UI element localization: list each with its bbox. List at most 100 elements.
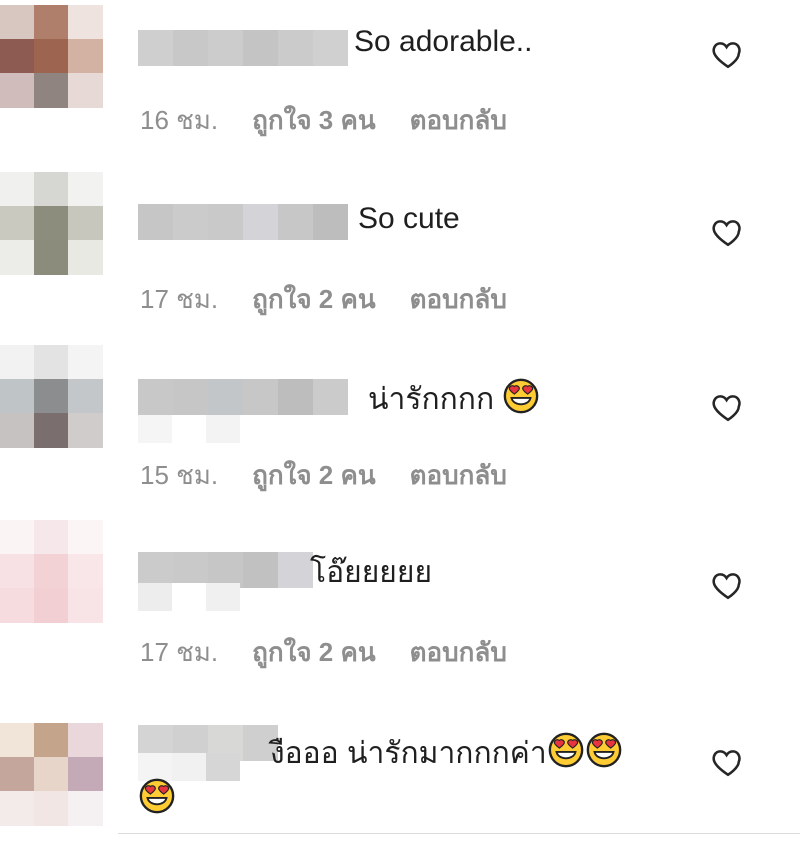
avatar[interactable] bbox=[0, 5, 104, 109]
avatar[interactable] bbox=[0, 723, 104, 827]
comment-text: น่ารักกกก bbox=[368, 377, 540, 418]
avatar-pixel bbox=[0, 554, 35, 589]
username-blur-block bbox=[208, 379, 243, 415]
avatar-pixel bbox=[68, 172, 103, 207]
avatar-pixel bbox=[0, 73, 35, 108]
comment-likes-link[interactable]: ถูกใจ 2 คน bbox=[252, 279, 376, 320]
comment-time: 17 ชม. bbox=[140, 284, 219, 314]
avatar-pixel bbox=[68, 345, 103, 380]
comment-likes-link[interactable]: ถูกใจ 3 คน bbox=[252, 100, 376, 141]
username-blur-block bbox=[173, 379, 208, 415]
username-blur-block bbox=[278, 30, 313, 66]
reply-button[interactable]: ตอบกลับ bbox=[410, 100, 507, 141]
avatar-pixel bbox=[34, 554, 69, 589]
avatar-pixel bbox=[0, 172, 35, 207]
comment-meta: 17 ชม. ถูกใจ 2 คน ตอบกลับ bbox=[140, 279, 507, 320]
avatar[interactable] bbox=[0, 172, 104, 276]
heart-icon[interactable] bbox=[710, 745, 746, 779]
avatar-pixel bbox=[34, 520, 69, 555]
comment-text: So cute bbox=[358, 202, 460, 235]
username-blur-block bbox=[208, 30, 243, 66]
avatar-pixel bbox=[34, 413, 69, 448]
comment-text-body: งือออ น่ารักมากกกค่า bbox=[270, 737, 547, 770]
comment-item: น่ารักกกก 15 ชม. ถูกใจ 2 คน ตอบกลับ bbox=[0, 345, 800, 520]
avatar-pixel bbox=[0, 588, 35, 623]
comment-time: 17 ชม. bbox=[140, 637, 219, 667]
comment-item: So cute 17 ชม. ถูกใจ 2 คน ตอบกลับ bbox=[0, 170, 800, 345]
avatar-pixel bbox=[68, 240, 103, 275]
avatar-pixel bbox=[68, 791, 103, 826]
comment-text: โอ๊ยยยยย bbox=[310, 556, 433, 589]
comment-meta: 15 ชม. ถูกใจ 2 คน ตอบกลับ bbox=[140, 455, 507, 496]
avatar[interactable] bbox=[0, 520, 104, 650]
username-blur-block bbox=[243, 30, 278, 66]
username-blur-block bbox=[278, 379, 313, 415]
avatar-pixel bbox=[0, 791, 35, 826]
heart-icon[interactable] bbox=[710, 568, 746, 602]
avatar-pixel bbox=[68, 206, 103, 241]
avatar-pixel bbox=[34, 240, 69, 275]
username-blurred[interactable] bbox=[138, 379, 348, 415]
heart-eyes-emoji bbox=[585, 732, 623, 770]
avatar-pixel bbox=[34, 5, 69, 40]
username-blur-block bbox=[138, 379, 173, 415]
comment-item: งือออ น่ารักมากกกค่า bbox=[0, 695, 800, 835]
avatar[interactable] bbox=[0, 345, 104, 483]
avatar-pixel bbox=[68, 520, 103, 555]
avatar-pixel bbox=[0, 520, 35, 555]
username-blur-block bbox=[138, 30, 173, 66]
avatar-pixel bbox=[0, 5, 35, 40]
blurred-row bbox=[138, 415, 240, 443]
avatar-pixel bbox=[34, 172, 69, 207]
heart-icon[interactable] bbox=[710, 390, 746, 424]
avatar-pixel bbox=[68, 723, 103, 758]
username-blur-block bbox=[313, 30, 348, 66]
avatar-pixel bbox=[0, 757, 35, 792]
reply-button[interactable]: ตอบกลับ bbox=[410, 632, 507, 673]
avatar-pixel bbox=[0, 345, 35, 380]
comment-text: งือออ น่ารักมากกกค่า bbox=[270, 731, 623, 772]
reply-button[interactable]: ตอบกลับ bbox=[410, 455, 507, 496]
comment-text: So adorable.. bbox=[354, 25, 533, 58]
comment-likes-link[interactable]: ถูกใจ 2 คน bbox=[252, 632, 376, 673]
avatar-pixel bbox=[34, 206, 69, 241]
comment-likes-link[interactable]: ถูกใจ 2 คน bbox=[252, 455, 376, 496]
blurred-row bbox=[138, 583, 240, 611]
heart-eyes-emoji bbox=[547, 732, 585, 770]
avatar-pixel bbox=[68, 554, 103, 589]
comment-time: 15 ชม. bbox=[140, 460, 219, 490]
username-blurred[interactable] bbox=[138, 204, 348, 240]
avatar-pixel bbox=[0, 379, 35, 414]
username-blur-block bbox=[173, 204, 208, 240]
reply-button[interactable]: ตอบกลับ bbox=[410, 279, 507, 320]
avatar-pixel bbox=[68, 73, 103, 108]
avatar-pixel bbox=[0, 206, 35, 241]
comment-item: โอ๊ยยยยย 17 ชม. ถูกใจ 2 คน ตอบกลับ bbox=[0, 520, 800, 695]
avatar-pixel bbox=[0, 240, 35, 275]
avatar-pixel bbox=[68, 5, 103, 40]
username-blur-block bbox=[173, 30, 208, 66]
username-blur-block bbox=[313, 204, 348, 240]
username-blur-block bbox=[313, 379, 348, 415]
username-blur-block bbox=[278, 204, 313, 240]
avatar-pixel bbox=[34, 379, 69, 414]
username-blurred[interactable] bbox=[138, 30, 348, 66]
avatar-pixel bbox=[0, 413, 35, 448]
avatar-pixel bbox=[68, 39, 103, 74]
avatar-pixel bbox=[0, 39, 35, 74]
comment-item: So adorable.. 16 ชม. ถูกใจ 3 คน ตอบกลับ bbox=[0, 0, 800, 170]
username-blur-block bbox=[138, 204, 173, 240]
comment-text-body: น่ารักกกก bbox=[368, 383, 495, 416]
heart-icon[interactable] bbox=[710, 215, 746, 249]
avatar-pixel bbox=[34, 791, 69, 826]
avatar-pixel bbox=[68, 379, 103, 414]
avatar-pixel bbox=[68, 413, 103, 448]
avatar-pixel bbox=[34, 39, 69, 74]
avatar-pixel bbox=[68, 588, 103, 623]
heart-icon[interactable] bbox=[710, 37, 746, 71]
username-blur-block bbox=[243, 204, 278, 240]
username-blur-block bbox=[243, 379, 278, 415]
comment-text-continued bbox=[138, 777, 176, 818]
comment-time: 16 ชม. bbox=[140, 105, 219, 135]
comment-meta: 16 ชม. ถูกใจ 3 คน ตอบกลับ bbox=[140, 100, 507, 141]
